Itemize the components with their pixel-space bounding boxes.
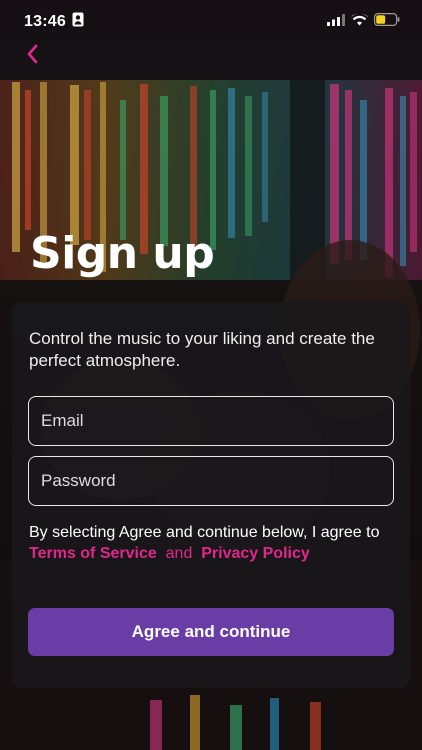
terms-of-service-link[interactable]: Terms of Service xyxy=(29,545,157,562)
privacy-policy-link[interactable]: Privacy Policy xyxy=(201,545,310,562)
page-title: Sign up xyxy=(30,228,215,279)
nav-bar xyxy=(0,44,422,80)
person-badge-icon xyxy=(72,12,84,32)
terms-and: and xyxy=(165,545,193,562)
terms-prefix: By selecting Agree and continue below, I… xyxy=(29,524,380,541)
terms-text: By selecting Agree and continue below, I… xyxy=(29,522,389,564)
signal-icon xyxy=(327,13,345,31)
wifi-icon xyxy=(351,13,368,31)
status-time: 13:46 xyxy=(24,13,66,30)
chevron-left-icon xyxy=(26,44,38,69)
back-button[interactable] xyxy=(20,44,44,68)
battery-icon xyxy=(374,13,400,31)
status-indicators xyxy=(327,13,400,31)
email-field[interactable] xyxy=(28,396,394,446)
signup-card: Control the music to your liking and cre… xyxy=(12,302,410,688)
status-time-group: 13:46 xyxy=(24,12,84,32)
password-field[interactable] xyxy=(28,456,394,506)
status-bar: 13:46 xyxy=(0,0,422,44)
agree-continue-button[interactable]: Agree and continue xyxy=(28,608,394,656)
description-text: Control the music to your liking and cre… xyxy=(29,329,375,370)
